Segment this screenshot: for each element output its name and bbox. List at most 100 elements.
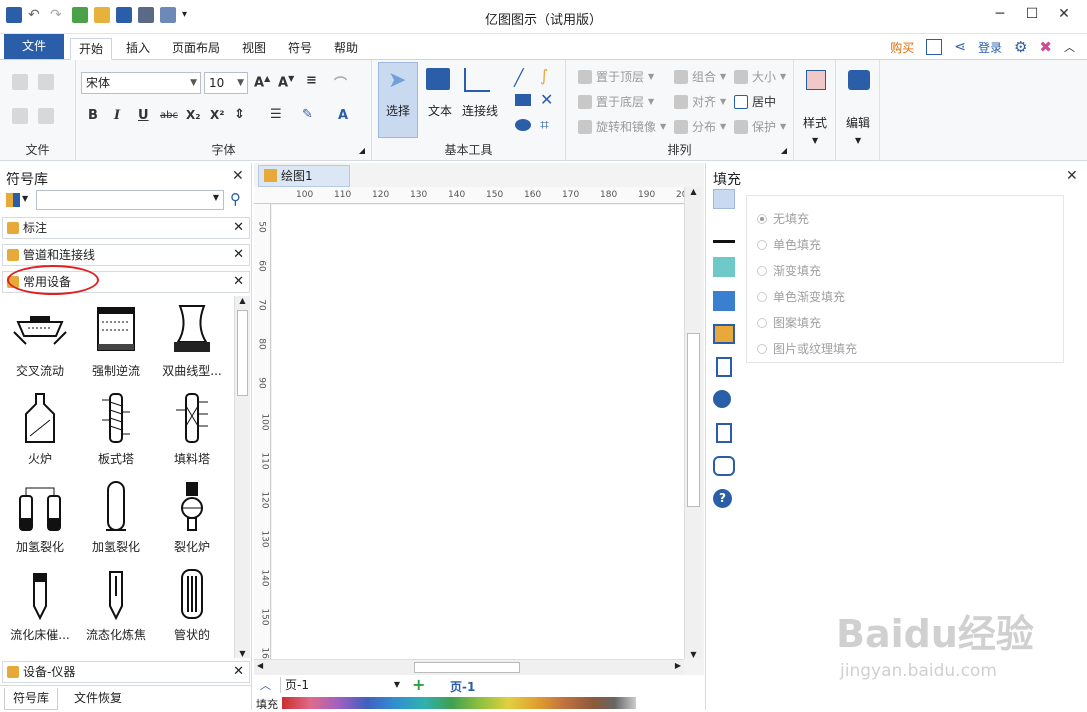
connector-tool-label[interactable]: 连接线	[458, 102, 502, 119]
shape-tubular[interactable]: 管状的	[154, 566, 230, 643]
scroll-thumb[interactable]	[414, 662, 520, 673]
page-properties-icon[interactable]	[716, 357, 732, 377]
tab-view[interactable]: 视图	[234, 38, 274, 60]
close-library-icon[interactable]: ✕	[232, 168, 244, 184]
library-section-callout[interactable]: 标注 ✕	[2, 217, 250, 239]
fill-option-picture[interactable]: 图片或纹理填充	[757, 340, 857, 357]
hyperlink-globe-icon[interactable]	[713, 390, 731, 408]
connector-tool-icon[interactable]	[464, 68, 490, 92]
bullets-button[interactable]: ☰	[270, 107, 282, 122]
fill-option-solid[interactable]: 单色填充	[757, 236, 821, 253]
library-selector-icon[interactable]	[6, 193, 20, 207]
tab-file-recovery[interactable]: 文件恢复	[66, 688, 130, 710]
tab-help[interactable]: 帮助	[326, 38, 366, 60]
strikethrough-button[interactable]: abc	[160, 110, 178, 121]
text-shape-button[interactable]: ⌒	[334, 73, 347, 92]
shape-packed-tower[interactable]: 填料塔	[154, 390, 230, 467]
scroll-up-arrow-icon[interactable]: ▲	[685, 187, 702, 196]
cut-icon[interactable]	[12, 74, 28, 90]
shrink-font-button[interactable]: A▼	[278, 74, 294, 90]
close-window-button[interactable]: ✕	[1054, 6, 1074, 26]
maximize-button[interactable]: ☐	[1022, 6, 1042, 26]
page-tab[interactable]: 页-1	[450, 678, 475, 695]
share-window-icon[interactable]	[926, 39, 943, 55]
crop-tool-icon[interactable]: ⌗	[540, 115, 549, 135]
scroll-thumb[interactable]	[687, 333, 700, 507]
minimize-button[interactable]: ─	[990, 6, 1010, 26]
canvas-vertical-scrollbar[interactable]: ▲ ▼	[684, 187, 702, 659]
font-size-combo[interactable]: 10 ▼	[204, 72, 248, 94]
add-page-icon[interactable]: +	[412, 675, 425, 694]
brand-x-icon[interactable]: ✖	[1039, 38, 1052, 56]
bold-button[interactable]: B	[88, 108, 98, 123]
close-section-icon[interactable]: ✕	[233, 272, 244, 292]
fill-bucket-icon[interactable]	[713, 189, 735, 209]
fill-option-mono-gradient[interactable]: 单色渐变填充	[757, 288, 845, 305]
shape-cross-flow[interactable]: 交叉流动	[2, 302, 78, 379]
arc-tool-icon[interactable]: ∫	[540, 66, 548, 85]
grow-font-button[interactable]: A▲	[254, 74, 270, 90]
settings-gear-icon[interactable]: ⚙	[1014, 38, 1027, 56]
shape-hydrocracking-2[interactable]: 加氢裂化	[78, 478, 154, 555]
chevron-down-icon[interactable]: ▼	[22, 194, 28, 203]
collapse-ribbon-icon[interactable]: ︿	[1064, 39, 1075, 55]
scroll-down-arrow-icon[interactable]: ▼	[685, 650, 702, 659]
radio-button[interactable]	[757, 239, 767, 250]
scroll-down-arrow-icon[interactable]: ▼	[235, 649, 250, 658]
library-search-input[interactable]: ▼	[36, 190, 224, 210]
page-select-combo[interactable]: 页-1 ▼	[280, 677, 402, 693]
attachment-icon[interactable]	[716, 423, 732, 443]
fill-option-pattern[interactable]: 图案填充	[757, 314, 821, 331]
tab-symbol[interactable]: 符号	[280, 38, 320, 60]
layers-icon[interactable]	[713, 324, 735, 344]
highlight-button[interactable]: ✎	[302, 107, 313, 122]
shadow-icon[interactable]	[713, 257, 735, 277]
close-fill-pane-icon[interactable]: ✕	[1066, 168, 1078, 184]
scroll-right-arrow-icon[interactable]: ▶	[675, 661, 681, 670]
paragraph-align-button[interactable]: ≡	[306, 73, 317, 88]
drawing-page[interactable]	[272, 205, 684, 659]
protect-button[interactable]: 保护 ▼	[734, 118, 786, 135]
style-icon[interactable]	[806, 70, 826, 90]
library-section-instruments[interactable]: 设备-仪器 ✕	[2, 661, 250, 683]
subscript-button[interactable]: X₂	[186, 108, 201, 122]
tab-insert[interactable]: 插入	[118, 38, 158, 60]
underline-button[interactable]: U	[138, 108, 149, 123]
superscript-button[interactable]: X²	[210, 108, 225, 122]
document-tab[interactable]: 绘图1	[258, 165, 350, 187]
radio-button[interactable]	[757, 213, 767, 224]
format-painter-icon[interactable]	[38, 74, 54, 90]
text-tool-label[interactable]: 文本	[420, 102, 460, 119]
close-section-icon[interactable]: ✕	[233, 218, 244, 238]
shape-hyperbolic[interactable]: 双曲线型...	[154, 302, 230, 379]
canvas-horizontal-scrollbar[interactable]: ◀ ▶	[254, 659, 684, 675]
image-icon[interactable]	[713, 291, 735, 311]
help-icon[interactable]: ?	[713, 489, 732, 508]
scroll-thumb[interactable]	[237, 310, 248, 396]
paste-icon[interactable]	[38, 108, 54, 124]
text-tool-icon[interactable]	[426, 68, 450, 90]
radio-button[interactable]	[757, 343, 767, 354]
shape-furnace[interactable]: 火炉	[2, 390, 78, 467]
radio-button[interactable]	[757, 265, 767, 276]
line-spacing-button[interactable]: ⇕	[234, 107, 245, 122]
style-button-label[interactable]: 样式	[796, 114, 834, 131]
scroll-left-arrow-icon[interactable]: ◀	[257, 661, 263, 670]
font-dialog-launcher-icon[interactable]: ◢	[359, 146, 365, 155]
radio-button[interactable]	[757, 291, 767, 302]
shape-forced-counterflow[interactable]: 强制逆流	[78, 302, 154, 379]
edit-button-label[interactable]: 编辑	[838, 114, 878, 131]
center-button[interactable]: 居中	[734, 93, 776, 110]
close-section-icon[interactable]: ✕	[233, 662, 244, 682]
share-icon[interactable]: ⋖	[954, 39, 966, 55]
login-link[interactable]: 登录	[978, 39, 1002, 56]
tab-page-layout[interactable]: 页面布局	[164, 38, 228, 60]
scroll-up-arrow-icon[interactable]: ▲	[235, 296, 250, 305]
page-bar-collapse-icon[interactable]: ︿	[260, 677, 271, 693]
ellipse-tool-icon[interactable]	[515, 119, 531, 131]
bring-to-front-button[interactable]: 置于顶层 ▼	[578, 68, 654, 85]
color-swatches[interactable]	[282, 697, 636, 709]
search-icon[interactable]: ⚲	[230, 190, 241, 208]
shape-hydrocracking-1[interactable]: 加氢裂化	[2, 478, 78, 555]
point-tool-icon[interactable]: ✕	[540, 90, 553, 109]
